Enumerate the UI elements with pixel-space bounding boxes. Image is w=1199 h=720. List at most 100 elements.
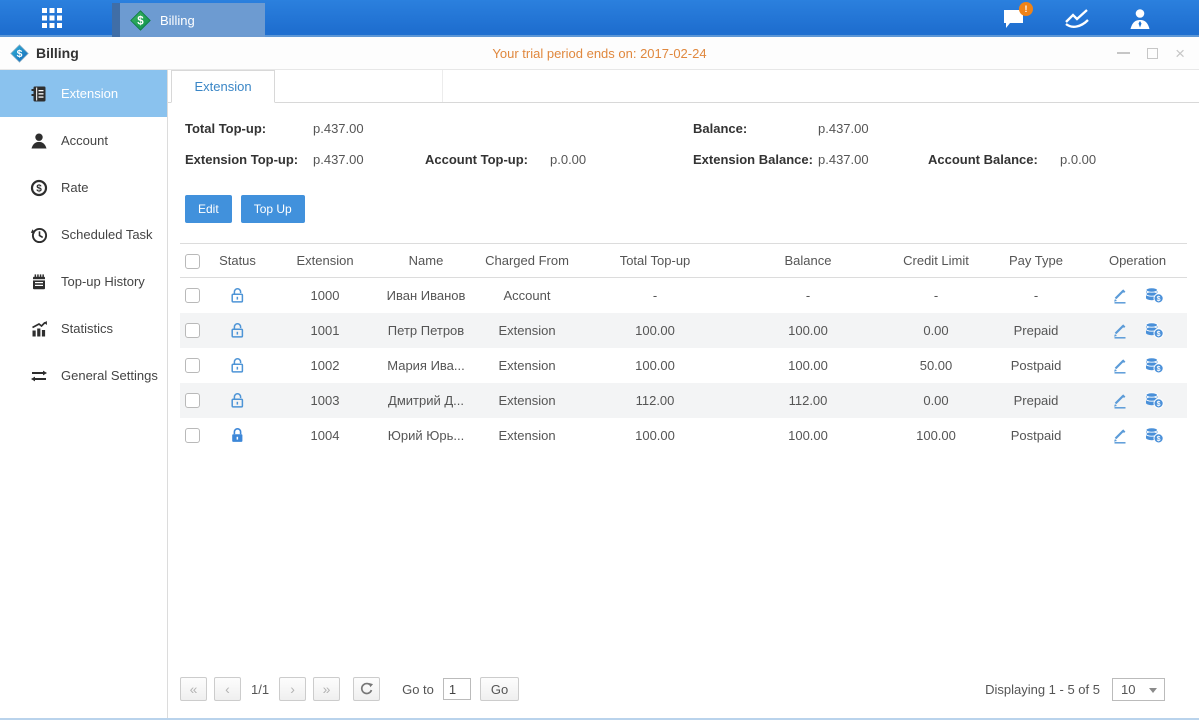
col-operation: Operation [1088, 244, 1187, 278]
table-row[interactable]: 1002 Мария Ива... Extension 100.00 100.0… [180, 348, 1187, 383]
top-up-coins-icon[interactable]: $ [1144, 356, 1164, 374]
sidebar-item-topup-history[interactable]: Top-up History [0, 258, 167, 305]
pay-type-cell: Postpaid [984, 418, 1088, 453]
select-all-checkbox[interactable] [185, 254, 200, 269]
displaying-text: Displaying 1 - 5 of 5 [985, 682, 1100, 697]
maximize-icon[interactable] [1147, 48, 1158, 59]
next-page-button[interactable]: › [279, 677, 306, 701]
col-total-topup: Total Top-up [582, 244, 728, 278]
table-row[interactable]: 1000 Иван Иванов Account - - - - $ [180, 278, 1187, 313]
locked-icon[interactable] [229, 427, 246, 444]
sidebar-item-rate[interactable]: $ Rate [0, 164, 167, 211]
page-size-dropdown[interactable]: 10 [1112, 678, 1165, 701]
unlocked-icon[interactable] [229, 322, 246, 339]
close-icon[interactable]: × [1175, 48, 1185, 59]
sidebar-item-extension[interactable]: Extension [0, 70, 167, 117]
unlocked-icon[interactable] [229, 287, 246, 304]
pay-type-cell: - [984, 278, 1088, 313]
name-cell: Юрий Юрь... [380, 418, 472, 453]
pagination-bar: « ‹ 1/1 › » Go to Go Displaying 1 - 5 of… [168, 672, 1199, 718]
page-size-value: 10 [1121, 682, 1135, 697]
sidebar-item-label: Statistics [61, 321, 113, 336]
sidebar-item-general-settings[interactable]: General Settings [0, 352, 167, 399]
billing-diamond-icon: $ [130, 10, 151, 31]
top-up-coins-icon[interactable]: $ [1144, 321, 1164, 339]
minimize-icon[interactable] [1117, 52, 1130, 54]
edit-button[interactable]: Edit [185, 195, 232, 223]
col-charged-from: Charged From [472, 244, 582, 278]
top-up-button[interactable]: Top Up [241, 195, 305, 223]
first-page-button[interactable]: « [180, 677, 207, 701]
edit-pencil-icon[interactable] [1111, 356, 1129, 374]
user-icon[interactable] [1127, 6, 1153, 32]
charged-from-cell: Account [472, 278, 582, 313]
prev-page-button[interactable]: ‹ [214, 677, 241, 701]
top-up-coins-icon[interactable]: $ [1144, 391, 1164, 409]
extension-table: Status Extension Name Charged From Total… [180, 243, 1187, 453]
notebook-icon [30, 273, 48, 291]
ledger-icon [30, 85, 48, 103]
balance-cell: - [728, 278, 888, 313]
apps-grid-icon[interactable] [35, 4, 69, 32]
edit-pencil-icon[interactable] [1111, 391, 1129, 409]
sidebar-item-statistics[interactable]: Statistics [0, 305, 167, 352]
billing-app-icon: $ [10, 44, 29, 63]
messages-icon[interactable]: ! [1001, 6, 1027, 32]
statistics-chart-icon[interactable] [1064, 6, 1090, 32]
operation-cell: $ [1088, 383, 1187, 418]
sliders-icon [30, 367, 48, 385]
sidebar-item-label: Extension [61, 86, 118, 101]
row-checkbox[interactable] [185, 323, 200, 338]
table-row[interactable]: 1004 Юрий Юрь... Extension 100.00 100.00… [180, 418, 1187, 453]
name-cell: Иван Иванов [380, 278, 472, 313]
extension-cell: 1001 [270, 313, 380, 348]
taskbar-tab-billing[interactable]: $ Billing [112, 3, 265, 37]
total-topup-value: p.437.00 [313, 121, 364, 136]
svg-text:$: $ [1157, 401, 1161, 408]
edit-pencil-icon[interactable] [1111, 286, 1129, 304]
row-checkbox[interactable] [185, 393, 200, 408]
unlocked-icon[interactable] [229, 392, 246, 409]
tab-extension[interactable]: Extension [171, 70, 275, 103]
charged-from-cell: Extension [472, 418, 582, 453]
status-cell [205, 278, 270, 313]
pay-type-cell: Prepaid [984, 383, 1088, 418]
top-up-coins-icon[interactable]: $ [1144, 426, 1164, 444]
row-checkbox[interactable] [185, 288, 200, 303]
balance-summary: Total Top-up: p.437.00 Balance: p.437.00… [168, 103, 1199, 195]
top-up-coins-icon[interactable]: $ [1144, 286, 1164, 304]
action-buttons: Edit Top Up [185, 195, 1199, 223]
pay-type-cell: Postpaid [984, 348, 1088, 383]
window-titlebar: $ Billing Your trial period ends on: 201… [0, 37, 1199, 70]
taskbar: $ Billing ! [0, 0, 1199, 37]
sidebar-item-label: Scheduled Task [61, 227, 153, 242]
go-button[interactable]: Go [480, 677, 519, 701]
credit-limit-cell: 50.00 [888, 348, 984, 383]
tab-ghost [275, 70, 443, 102]
sidebar-item-label: Top-up History [61, 274, 145, 289]
edit-pencil-icon[interactable] [1111, 321, 1129, 339]
extension-cell: 1000 [270, 278, 380, 313]
charged-from-cell: Extension [472, 313, 582, 348]
balance-value: p.437.00 [818, 121, 869, 136]
edit-pencil-icon[interactable] [1111, 426, 1129, 444]
table-row[interactable]: 1001 Петр Петров Extension 100.00 100.00… [180, 313, 1187, 348]
unlocked-icon[interactable] [229, 357, 246, 374]
sidebar-item-scheduled-task[interactable]: Scheduled Task [0, 211, 167, 258]
total-topup-cell: 100.00 [582, 348, 728, 383]
row-checkbox[interactable] [185, 428, 200, 443]
extension-balance-label: Extension Balance: [693, 152, 813, 167]
col-balance: Balance [728, 244, 888, 278]
refresh-button[interactable] [353, 677, 380, 701]
row-checkbox[interactable] [185, 358, 200, 373]
table-header-row: Status Extension Name Charged From Total… [180, 244, 1187, 278]
svg-text:$: $ [137, 15, 144, 27]
sidebar-item-account[interactable]: Account [0, 117, 167, 164]
last-page-button[interactable]: » [313, 677, 340, 701]
total-topup-cell: 112.00 [582, 383, 728, 418]
table-row[interactable]: 1003 Дмитрий Д... Extension 112.00 112.0… [180, 383, 1187, 418]
balance-cell: 100.00 [728, 418, 888, 453]
goto-page-input[interactable] [443, 678, 471, 700]
page-indicator: 1/1 [251, 682, 269, 697]
svg-text:$: $ [1157, 296, 1161, 303]
